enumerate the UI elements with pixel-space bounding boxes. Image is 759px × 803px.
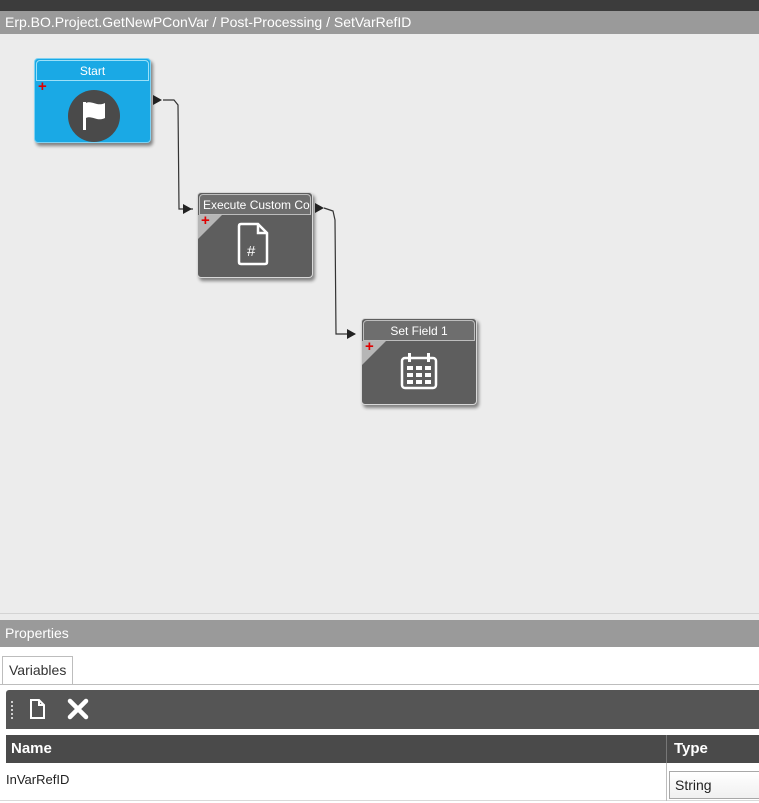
properties-panel: Variables Name Type InVarRefID String — [0, 647, 759, 803]
column-separator[interactable] — [666, 735, 667, 763]
toolbar-grip[interactable] — [11, 701, 13, 719]
breadcrumb: Erp.BO.Project.GetNewPConVar / Post-Proc… — [0, 11, 759, 34]
node-execute-custom-code[interactable]: Execute Custom Code + # — [197, 192, 313, 278]
input-port[interactable] — [183, 204, 192, 214]
output-port[interactable] — [153, 95, 162, 105]
connector-custom-code-to-set-field — [323, 207, 355, 335]
add-icon[interactable]: + — [365, 339, 374, 354]
delete-x-icon[interactable] — [67, 698, 89, 720]
add-icon[interactable]: + — [38, 79, 47, 94]
connector-start-to-custom-code — [163, 99, 193, 210]
tab-variables[interactable]: Variables — [2, 656, 74, 684]
variable-name-cell[interactable]: InVarRefID — [6, 772, 69, 787]
top-bar — [0, 0, 759, 11]
column-header-type[interactable]: Type — [674, 735, 708, 763]
variables-toolbar — [6, 690, 759, 729]
node-title: Start — [36, 60, 149, 81]
calendar-icon — [399, 352, 439, 395]
flag-icon — [67, 89, 121, 142]
node-title: Execute Custom Code — [199, 194, 311, 215]
node-title: Set Field 1 — [363, 320, 475, 341]
node-start[interactable]: Start + — [34, 58, 151, 143]
workflow-canvas[interactable]: Start + Execute Custom Code + # Set Fiel… — [0, 34, 759, 614]
input-port[interactable] — [347, 329, 356, 339]
variables-grid-header: Name Type — [6, 735, 759, 763]
new-document-icon[interactable] — [26, 698, 48, 720]
add-icon[interactable]: + — [201, 213, 210, 228]
output-port[interactable] — [315, 203, 324, 213]
column-header-name[interactable]: Name — [11, 735, 52, 763]
table-row[interactable]: InVarRefID String — [0, 763, 759, 801]
column-separator — [666, 763, 667, 801]
svg-text:#: # — [247, 243, 256, 260]
node-set-field-1[interactable]: Set Field 1 + — [361, 318, 477, 405]
tab-divider — [0, 684, 759, 685]
variable-type-field[interactable]: String — [669, 771, 759, 799]
properties-header: Properties — [0, 620, 759, 647]
code-file-icon: # — [236, 222, 270, 271]
